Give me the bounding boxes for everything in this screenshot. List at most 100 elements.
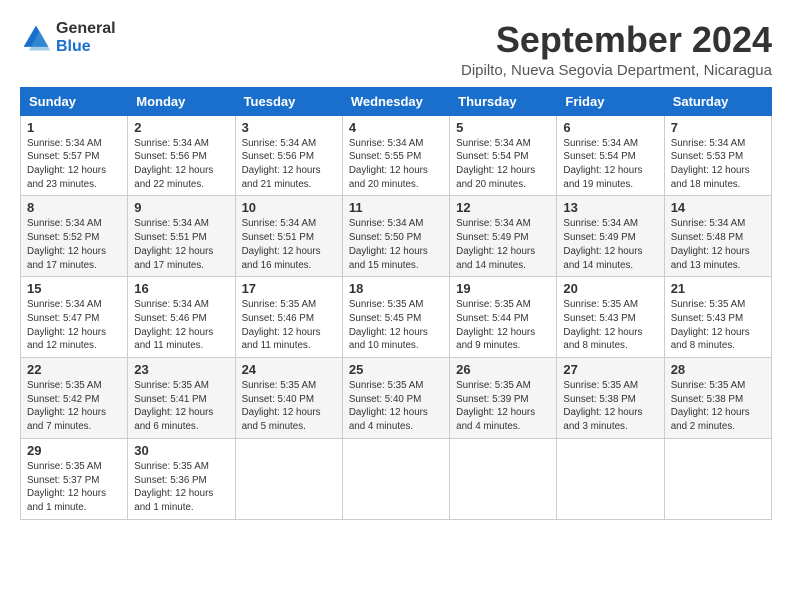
day-info: Sunrise: 5:35 AMSunset: 5:38 PMDaylight:… <box>563 379 657 434</box>
logo: General Blue <box>20 20 116 55</box>
day-info: Sunrise: 5:35 AMSunset: 5:40 PMDaylight:… <box>242 379 336 434</box>
calendar-cell: 7Sunrise: 5:34 AMSunset: 5:53 PMDaylight… <box>664 115 771 196</box>
day-number: 4 <box>349 120 443 135</box>
day-info: Sunrise: 5:34 AMSunset: 5:51 PMDaylight:… <box>134 217 228 272</box>
day-info: Sunrise: 5:35 AMSunset: 5:42 PMDaylight:… <box>27 379 121 434</box>
day-number: 13 <box>563 200 657 215</box>
header-thursday: Thursday <box>450 87 557 115</box>
calendar-cell: 9 Sunrise: 5:34 AMSunset: 5:51 PMDaylight… <box>128 196 235 277</box>
day-number: 27 <box>563 362 657 377</box>
day-number: 5 <box>456 120 550 135</box>
day-info: Sunrise: 5:34 AMSunset: 5:52 PMDaylight:… <box>27 217 121 272</box>
location-title: Dipilto, Nueva Segovia Department, Nicar… <box>461 62 772 79</box>
logo-general: General <box>56 20 116 38</box>
day-number: 3 <box>242 120 336 135</box>
day-info: Sunrise: 5:34 AMSunset: 5:54 PMDaylight:… <box>563 137 657 192</box>
calendar-cell: 5 Sunrise: 5:34 AMSunset: 5:54 PMDaylight… <box>450 115 557 196</box>
calendar-cell: 2Sunrise: 5:34 AMSunset: 5:56 PMDaylight… <box>128 115 235 196</box>
header-friday: Friday <box>557 87 664 115</box>
day-info: Sunrise: 5:34 AMSunset: 5:50 PMDaylight:… <box>349 217 443 272</box>
calendar-cell: 19Sunrise: 5:35 AMSunset: 5:44 PMDayligh… <box>450 277 557 358</box>
day-number: 20 <box>563 281 657 296</box>
logo-text: General Blue <box>56 20 116 55</box>
day-info: Sunrise: 5:34 AMSunset: 5:49 PMDaylight:… <box>563 217 657 272</box>
day-info: Sunrise: 5:35 AMSunset: 5:43 PMDaylight:… <box>563 298 657 353</box>
day-number: 1 <box>27 120 121 135</box>
calendar-cell: 16Sunrise: 5:34 AMSunset: 5:46 PMDayligh… <box>128 277 235 358</box>
calendar-cell: 25Sunrise: 5:35 AMSunset: 5:40 PMDayligh… <box>342 358 449 439</box>
calendar-table: SundayMondayTuesdayWednesdayThursdayFrid… <box>20 87 772 520</box>
day-info: Sunrise: 5:34 AMSunset: 5:55 PMDaylight:… <box>349 137 443 192</box>
day-number: 15 <box>27 281 121 296</box>
day-info: Sunrise: 5:34 AMSunset: 5:48 PMDaylight:… <box>671 217 765 272</box>
day-number: 24 <box>242 362 336 377</box>
day-info: Sunrise: 5:34 AMSunset: 5:49 PMDaylight:… <box>456 217 550 272</box>
day-number: 10 <box>242 200 336 215</box>
day-info: Sunrise: 5:35 AMSunset: 5:45 PMDaylight:… <box>349 298 443 353</box>
day-info: Sunrise: 5:35 AMSunset: 5:41 PMDaylight:… <box>134 379 228 434</box>
header-tuesday: Tuesday <box>235 87 342 115</box>
day-number: 22 <box>27 362 121 377</box>
calendar-cell: 4 Sunrise: 5:34 AMSunset: 5:55 PMDaylight… <box>342 115 449 196</box>
header-wednesday: Wednesday <box>342 87 449 115</box>
calendar-cell: 27 Sunrise: 5:35 AMSunset: 5:38 PMDayligh… <box>557 358 664 439</box>
calendar-cell: 10 Sunrise: 5:34 AMSunset: 5:51 PMDayligh… <box>235 196 342 277</box>
day-info: Sunrise: 5:35 AMSunset: 5:43 PMDaylight:… <box>671 298 765 353</box>
logo-blue: Blue <box>56 38 116 56</box>
calendar-cell: 13 Sunrise: 5:34 AMSunset: 5:49 PMDayligh… <box>557 196 664 277</box>
header-sunday: Sunday <box>21 87 128 115</box>
day-number: 9 <box>134 200 228 215</box>
day-info: Sunrise: 5:35 AMSunset: 5:40 PMDaylight:… <box>349 379 443 434</box>
calendar-cell: 23 Sunrise: 5:35 AMSunset: 5:41 PMDayligh… <box>128 358 235 439</box>
calendar-cell: 17 Sunrise: 5:35 AMSunset: 5:46 PMDayligh… <box>235 277 342 358</box>
calendar-cell: 24 Sunrise: 5:35 AMSunset: 5:40 PMDayligh… <box>235 358 342 439</box>
header-monday: Monday <box>128 87 235 115</box>
day-info: Sunrise: 5:34 AMSunset: 5:51 PMDaylight:… <box>242 217 336 272</box>
day-number: 19 <box>456 281 550 296</box>
day-info: Sunrise: 5:34 AMSunset: 5:47 PMDaylight:… <box>27 298 121 353</box>
day-number: 23 <box>134 362 228 377</box>
day-number: 11 <box>349 200 443 215</box>
calendar-cell: 30 Sunrise: 5:35 AMSunset: 5:36 PMDayligh… <box>128 438 235 519</box>
calendar-cell <box>342 438 449 519</box>
calendar-cell: 28Sunrise: 5:35 AMSunset: 5:38 PMDayligh… <box>664 358 771 439</box>
day-number: 7 <box>671 120 765 135</box>
calendar-cell: 21Sunrise: 5:35 AMSunset: 5:43 PMDayligh… <box>664 277 771 358</box>
calendar-week-1: 1Sunrise: 5:34 AMSunset: 5:57 PMDaylight… <box>21 115 772 196</box>
calendar-cell: 8 Sunrise: 5:34 AMSunset: 5:52 PMDaylight… <box>21 196 128 277</box>
day-info: Sunrise: 5:34 AMSunset: 5:46 PMDaylight:… <box>134 298 228 353</box>
title-block: September 2024 Dipilto, Nueva Segovia De… <box>461 20 772 79</box>
calendar-cell <box>450 438 557 519</box>
day-number: 18 <box>349 281 443 296</box>
day-info: Sunrise: 5:34 AMSunset: 5:56 PMDaylight:… <box>242 137 336 192</box>
header-saturday: Saturday <box>664 87 771 115</box>
calendar-cell: 3 Sunrise: 5:34 AMSunset: 5:56 PMDaylight… <box>235 115 342 196</box>
day-number: 8 <box>27 200 121 215</box>
day-number: 29 <box>27 443 121 458</box>
calendar-cell <box>235 438 342 519</box>
logo-icon <box>20 22 52 54</box>
day-info: Sunrise: 5:35 AMSunset: 5:39 PMDaylight:… <box>456 379 550 434</box>
calendar-week-3: 15 Sunrise: 5:34 AMSunset: 5:47 PMDayligh… <box>21 277 772 358</box>
day-info: Sunrise: 5:34 AMSunset: 5:54 PMDaylight:… <box>456 137 550 192</box>
day-number: 14 <box>671 200 765 215</box>
calendar-cell: 11 Sunrise: 5:34 AMSunset: 5:50 PMDayligh… <box>342 196 449 277</box>
day-info: Sunrise: 5:35 AMSunset: 5:46 PMDaylight:… <box>242 298 336 353</box>
day-info: Sunrise: 5:35 AMSunset: 5:36 PMDaylight:… <box>134 460 228 515</box>
calendar-header-row: SundayMondayTuesdayWednesdayThursdayFrid… <box>21 87 772 115</box>
calendar-cell: 20 Sunrise: 5:35 AMSunset: 5:43 PMDayligh… <box>557 277 664 358</box>
calendar-cell: 26Sunrise: 5:35 AMSunset: 5:39 PMDayligh… <box>450 358 557 439</box>
calendar-cell: 15 Sunrise: 5:34 AMSunset: 5:47 PMDayligh… <box>21 277 128 358</box>
day-info: Sunrise: 5:35 AMSunset: 5:37 PMDaylight:… <box>27 460 121 515</box>
page-header: General Blue September 2024 Dipilto, Nue… <box>20 20 772 79</box>
day-number: 6 <box>563 120 657 135</box>
calendar-cell: 22 Sunrise: 5:35 AMSunset: 5:42 PMDayligh… <box>21 358 128 439</box>
calendar-cell <box>557 438 664 519</box>
calendar-cell: 29 Sunrise: 5:35 AMSunset: 5:37 PMDayligh… <box>21 438 128 519</box>
day-number: 30 <box>134 443 228 458</box>
day-number: 17 <box>242 281 336 296</box>
calendar-week-4: 22 Sunrise: 5:35 AMSunset: 5:42 PMDayligh… <box>21 358 772 439</box>
day-number: 12 <box>456 200 550 215</box>
month-title: September 2024 <box>461 20 772 60</box>
calendar-cell: 6 Sunrise: 5:34 AMSunset: 5:54 PMDaylight… <box>557 115 664 196</box>
